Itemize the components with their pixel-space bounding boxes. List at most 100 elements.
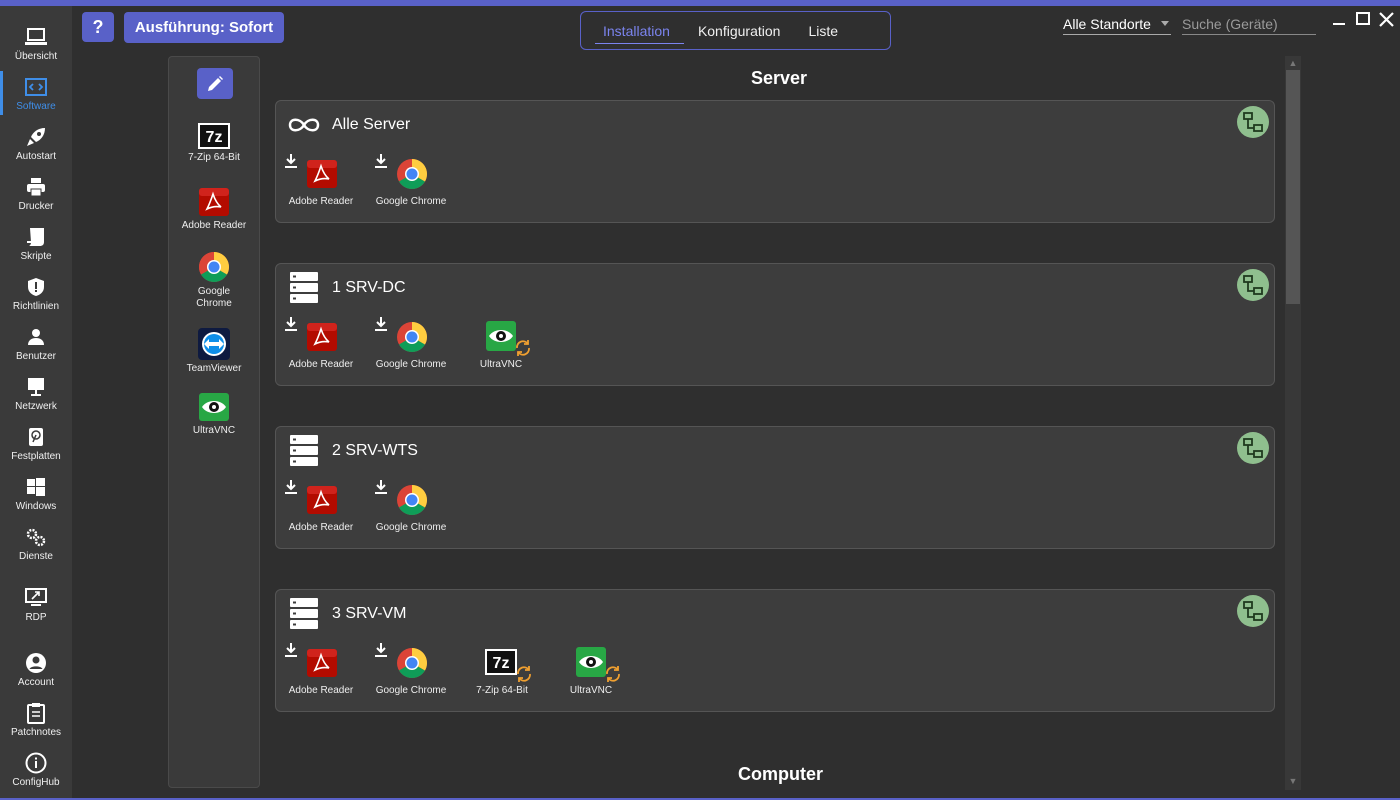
network-assign-button[interactable]	[1237, 269, 1269, 301]
nav-label: Account	[17, 677, 55, 688]
harddisk-icon	[24, 425, 48, 449]
main-scrollbar[interactable]: ▲ ▼	[1285, 56, 1301, 790]
software-item-adobe-reader[interactable]: Adobe Reader	[276, 314, 366, 374]
software-label: Adobe Reader	[288, 522, 354, 533]
palette-item-google-chrome[interactable]: Google Chrome	[169, 251, 259, 310]
nav-item-festplatten[interactable]: Festplatten	[0, 421, 72, 469]
minimize-button[interactable]	[1330, 10, 1350, 30]
nav-label: Übersicht	[14, 51, 58, 62]
nav-label: Windows	[15, 501, 57, 512]
software-label: Google Chrome	[375, 522, 447, 533]
software-item-google-chrome[interactable]: Google Chrome	[366, 151, 456, 211]
maximize-button[interactable]	[1354, 10, 1374, 30]
software-item-google-chrome[interactable]: Google Chrome	[366, 314, 456, 374]
section-title-server: Server	[751, 68, 808, 88]
nav-item-software[interactable]: Software	[0, 71, 72, 119]
software-item-adobe-reader[interactable]: Adobe Reader	[276, 477, 366, 537]
software-item-ultravnc[interactable]: UltraVNC	[546, 640, 636, 700]
software-label: Google Chrome	[375, 685, 447, 696]
download-icon	[375, 480, 387, 494]
software-item-google-chrome[interactable]: Google Chrome	[366, 477, 456, 537]
nav-label: Festplatten	[11, 451, 61, 462]
main-tabs: Installation Konfiguration Liste	[580, 11, 891, 50]
download-icon	[375, 154, 387, 168]
group-title: 1 SRV-DC	[332, 279, 406, 296]
infinity-icon	[288, 118, 320, 132]
nav-item-account[interactable]: Account	[0, 647, 72, 695]
scrollbar-thumb[interactable]	[1286, 70, 1300, 304]
nav-item-dienste[interactable]: Dienste	[0, 521, 72, 569]
nav-label: Benutzer	[15, 351, 57, 362]
group-card-alle-server: Alle Server Adobe Reader Google Chrome	[275, 100, 1275, 223]
palette-item-7zip[interactable]: 7z 7-Zip 64-Bit	[169, 123, 259, 164]
nav-item-uebersicht[interactable]: Übersicht	[0, 21, 72, 69]
chrome-icon	[397, 648, 428, 679]
group-title: Alle Server	[332, 116, 411, 133]
group-title: 3 SRV-VM	[332, 605, 407, 622]
palette-item-label: Google Chrome	[196, 286, 232, 309]
software-item-ultravnc[interactable]: UltraVNC	[456, 314, 546, 374]
left-nav: Übersicht Software Autostart Drucker Skr…	[0, 6, 72, 798]
nav-item-confighub[interactable]: ConfigHub	[0, 747, 72, 795]
sync-icon	[516, 340, 530, 356]
download-icon	[285, 480, 297, 494]
laptop-icon	[24, 25, 48, 49]
software-item-adobe-reader[interactable]: Adobe Reader	[276, 640, 366, 700]
nav-label: Drucker	[18, 201, 54, 212]
nav-item-autostart[interactable]: Autostart	[0, 121, 72, 169]
nav-item-netzwerk[interactable]: Netzwerk	[0, 371, 72, 419]
adobe-reader-icon	[307, 486, 337, 514]
nav-item-richtlinien[interactable]: Richtlinien	[0, 271, 72, 319]
software-item-adobe-reader[interactable]: Adobe Reader	[276, 151, 366, 211]
network-assign-button[interactable]	[1237, 432, 1269, 464]
nav-item-windows[interactable]: Windows	[0, 471, 72, 519]
tab-liste[interactable]: Liste	[794, 12, 852, 49]
sync-icon	[606, 666, 620, 682]
group-card-srv-dc: 1 SRV-DC Adobe Reader Google Chrome Ultr…	[275, 263, 1275, 386]
pencil-icon	[208, 75, 223, 91]
script-icon	[24, 225, 48, 249]
network-icon	[1243, 112, 1263, 132]
maximize-icon	[1356, 12, 1370, 25]
scroll-down-icon[interactable]: ▼	[1288, 776, 1298, 786]
edit-button[interactable]	[197, 68, 233, 99]
tab-installation[interactable]: Installation	[589, 12, 684, 49]
software-label: Google Chrome	[375, 359, 447, 370]
nav-label: RDP	[25, 612, 47, 623]
nav-item-benutzer[interactable]: Benutzer	[0, 321, 72, 369]
software-label: Adobe Reader	[288, 196, 354, 207]
download-icon	[285, 643, 297, 657]
adobe-reader-icon	[307, 649, 337, 677]
download-icon	[375, 317, 387, 331]
network-icon	[1243, 438, 1263, 458]
software-item-google-chrome[interactable]: Google Chrome	[366, 640, 456, 700]
nav-item-patchnotes[interactable]: Patchnotes	[0, 697, 72, 745]
help-button[interactable]: ?	[82, 12, 114, 42]
nav-item-drucker[interactable]: Drucker	[0, 171, 72, 219]
remote-desktop-icon	[24, 586, 48, 610]
close-button[interactable]	[1377, 10, 1397, 30]
chrome-icon	[397, 322, 428, 353]
software-item-7zip[interactable]: 7z 7-Zip 64-Bit	[457, 640, 547, 700]
nav-item-rdp[interactable]: RDP	[0, 582, 72, 630]
clipboard-icon	[24, 701, 48, 725]
section-title-computer: Computer	[738, 764, 823, 784]
network-assign-button[interactable]	[1237, 106, 1269, 138]
7zip-icon: 7z	[485, 649, 517, 675]
scroll-up-icon[interactable]: ▲	[1288, 58, 1298, 68]
palette-item-adobe-reader[interactable]: Adobe Reader	[169, 187, 259, 232]
monitor-icon	[24, 375, 48, 399]
execution-mode-button[interactable]: Ausführung: Sofort	[124, 12, 284, 43]
palette-item-teamviewer[interactable]: TeamViewer	[169, 328, 259, 375]
chrome-icon	[397, 485, 428, 516]
download-icon	[375, 643, 387, 657]
location-select[interactable]: Alle Standorte	[1063, 13, 1171, 35]
location-select-value: Alle Standorte	[1063, 15, 1151, 32]
nav-label: Skripte	[20, 251, 52, 262]
tab-konfiguration[interactable]: Konfiguration	[684, 12, 795, 49]
device-search-input[interactable]	[1182, 13, 1316, 35]
nav-label: Richtlinien	[12, 301, 60, 312]
nav-item-skripte[interactable]: Skripte	[0, 221, 72, 269]
palette-item-ultravnc[interactable]: UltraVNC	[169, 392, 259, 437]
network-assign-button[interactable]	[1237, 595, 1269, 627]
